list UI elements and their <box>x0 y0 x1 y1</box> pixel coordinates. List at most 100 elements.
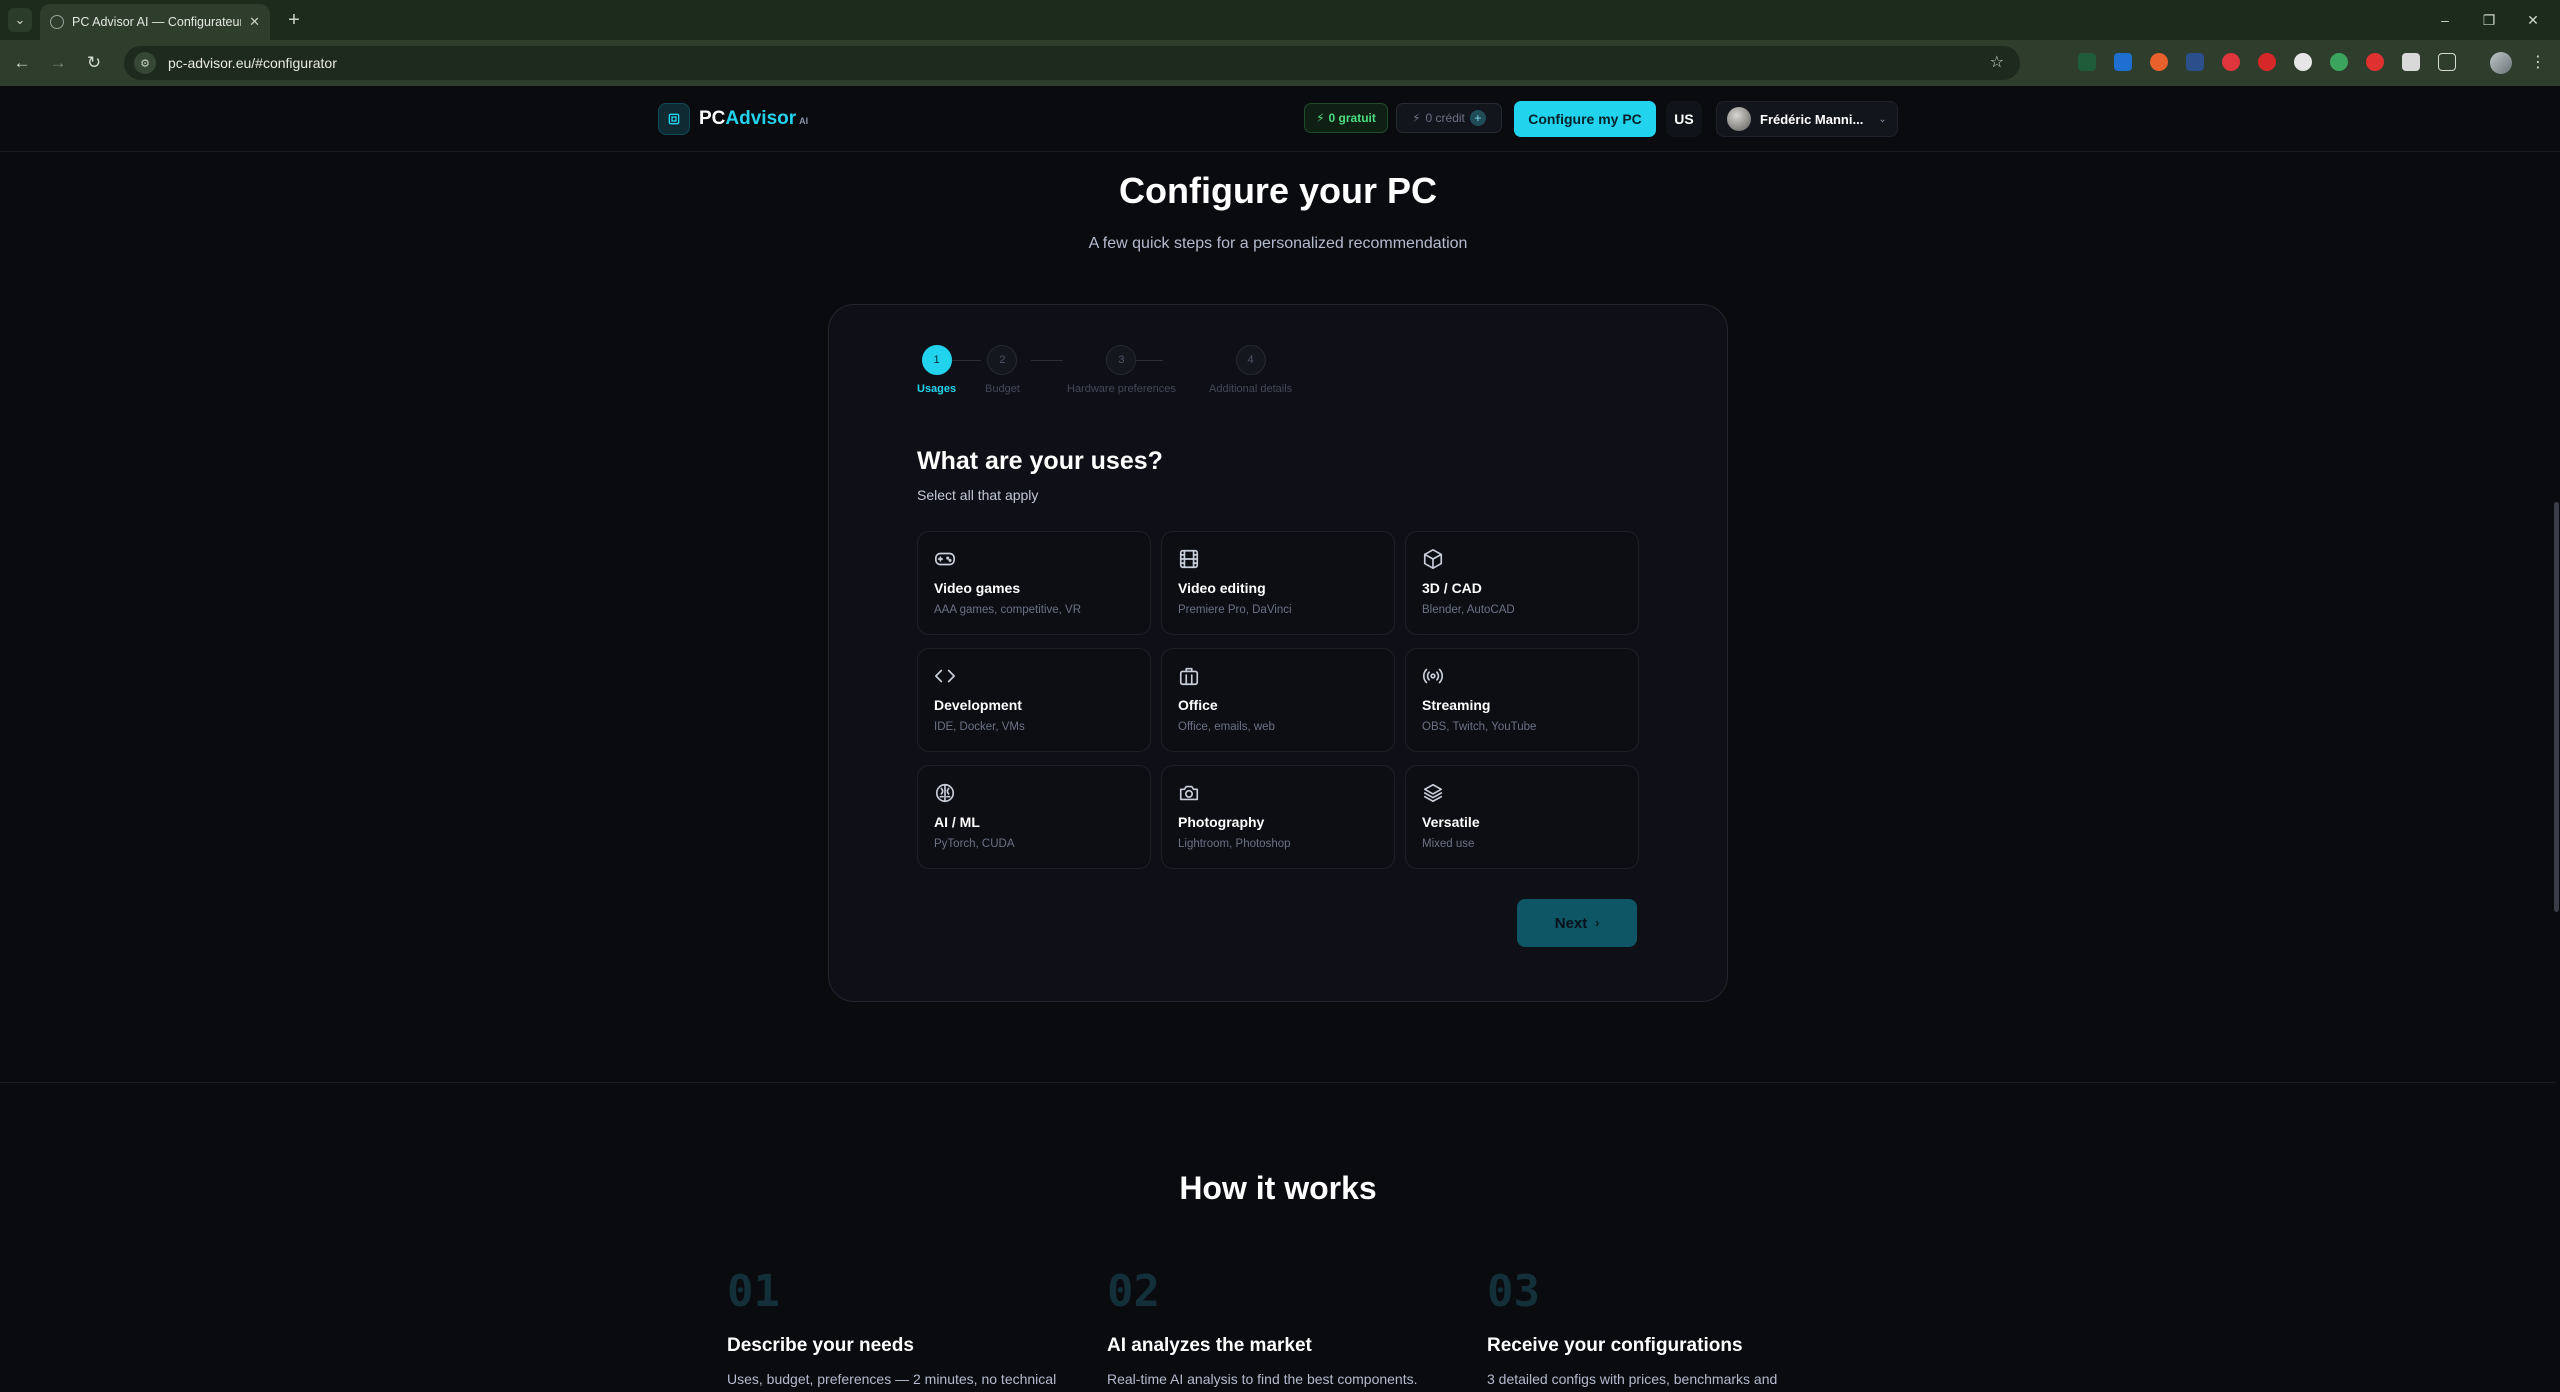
option-streaming[interactable]: Streaming OBS, Twitch, YouTube <box>1405 648 1639 752</box>
option-photography[interactable]: Photography Lightroom, Photoshop <box>1161 765 1395 869</box>
browser-menu-icon[interactable]: ⋮ <box>2528 50 2548 74</box>
option-name: Streaming <box>1422 697 1491 713</box>
profile-avatar[interactable] <box>2490 52 2512 74</box>
tab-search-button[interactable]: ⌄ <box>8 8 32 32</box>
option-desc: Blender, AutoCAD <box>1422 604 1515 616</box>
option-name: Development <box>934 697 1022 713</box>
avatar <box>1727 107 1751 131</box>
extension-icon[interactable] <box>2222 53 2240 71</box>
scrollbar-thumb[interactable] <box>2554 502 2559 912</box>
step-connector <box>1031 360 1063 361</box>
option-versatile[interactable]: Versatile Mixed use <box>1405 765 1639 869</box>
site-header: PCAdvisor AI ⚡ 0 gratuit ⚡ 0 crédit + Config… <box>0 86 2560 152</box>
how-step-1: 01 Describe your needs Uses, budget, pre… <box>727 1266 1097 1387</box>
restore-button[interactable]: ❐ <box>2474 8 2504 32</box>
briefcase-icon <box>1178 665 1200 687</box>
logo-pc: PC <box>699 108 726 129</box>
option-name: Office <box>1178 697 1218 713</box>
option-video-editing[interactable]: Video editing Premiere Pro, DaVinci <box>1161 531 1395 635</box>
option-name: Versatile <box>1422 814 1480 830</box>
how-step-text: Real-time AI analysis to find the best c… <box>1107 1371 1418 1387</box>
user-menu[interactable]: Frédéric Manni... ⌄ <box>1716 101 1898 137</box>
option-development[interactable]: Development IDE, Docker, VMs <box>917 648 1151 752</box>
browser-tab[interactable]: PC Advisor AI — Configurateur ✕ <box>40 4 270 40</box>
free-credits-label: 0 gratuit <box>1328 111 1376 125</box>
bolt-icon: ⚡ <box>1316 111 1325 125</box>
step-label: Usages <box>917 383 957 395</box>
back-button[interactable]: ← <box>10 51 34 75</box>
step-label: Budget <box>985 383 1020 395</box>
add-credit-icon[interactable]: + <box>1469 110 1486 126</box>
address-bar[interactable]: ⚙ pc-advisor.eu/#configurator ☆ <box>124 46 2020 80</box>
option-office[interactable]: Office Office, emails, web <box>1161 648 1395 752</box>
option-desc: Office, emails, web <box>1178 721 1275 733</box>
option-name: Video games <box>934 580 1021 596</box>
page-scrollbar[interactable] <box>2552 86 2560 1392</box>
stepper: 1 Usages 2 Budget 3 Hardware preferences… <box>917 345 1317 405</box>
option-desc: Mixed use <box>1422 838 1475 850</box>
user-name: Frédéric Manni... <box>1760 111 1864 127</box>
site-info-icon[interactable]: ⚙ <box>134 52 156 74</box>
option-3d-cad[interactable]: 3D / CAD Blender, AutoCAD <box>1405 531 1639 635</box>
step-number: 2 <box>987 345 1018 375</box>
step-budget[interactable]: 2 Budget <box>985 345 1020 395</box>
logo-advisor: Advisor <box>725 108 797 129</box>
step-number: 4 <box>1235 345 1266 375</box>
broadcast-icon <box>1422 665 1444 687</box>
step-additional-details[interactable]: 4 Additional details <box>1209 345 1292 395</box>
extension-icon[interactable] <box>2366 53 2384 71</box>
extension-icon[interactable] <box>2330 53 2348 71</box>
option-desc: OBS, Twitch, YouTube <box>1422 721 1537 733</box>
gamepad-icon <box>934 548 956 570</box>
language-selector[interactable]: US <box>1666 101 1702 137</box>
how-step-number: 02 <box>1107 1266 1160 1317</box>
extension-icon[interactable] <box>2150 53 2168 71</box>
option-desc: IDE, Docker, VMs <box>934 721 1025 733</box>
step-number: 1 <box>921 345 952 375</box>
logo[interactable]: PCAdvisor AI <box>699 108 808 130</box>
step-label: Hardware preferences <box>1067 383 1176 395</box>
minimize-button[interactable]: – <box>2430 8 2460 32</box>
option-name: Photography <box>1178 814 1265 830</box>
page: PCAdvisor AI ⚡ 0 gratuit ⚡ 0 crédit + Config… <box>0 86 2560 1392</box>
option-video-games[interactable]: Video games AAA games, competitive, VR <box>917 531 1151 635</box>
tab-close-icon[interactable]: ✕ <box>249 14 260 30</box>
how-step-title: AI analyzes the market <box>1107 1335 1312 1356</box>
how-step-text: Uses, budget, preferences — 2 minutes, n… <box>727 1371 1057 1387</box>
extension-icon[interactable] <box>2402 53 2420 71</box>
credits-label: 0 crédit <box>1425 111 1465 125</box>
how-step-3: 03 Receive your configurations 3 detaile… <box>1487 1266 1857 1387</box>
chevron-right-icon: › <box>1595 916 1600 930</box>
step-hardware-preferences[interactable]: 3 Hardware preferences <box>1067 345 1176 395</box>
page-subtitle: A few quick steps for a personalized rec… <box>1088 235 1468 252</box>
configurator-card: 1 Usages 2 Budget 3 Hardware preferences… <box>828 304 1728 1002</box>
extension-icon[interactable] <box>2186 53 2204 71</box>
option-ai-ml[interactable]: AI / ML PyTorch, CUDA <box>917 765 1151 869</box>
film-icon <box>1178 548 1200 570</box>
next-button[interactable]: Next › <box>1517 899 1637 947</box>
logo-chip-icon[interactable] <box>658 103 690 135</box>
next-button-label: Next <box>1554 914 1588 932</box>
extension-icon[interactable] <box>2294 53 2312 71</box>
step-usages[interactable]: 1 Usages <box>917 345 956 395</box>
extensions-puzzle-icon[interactable] <box>2438 53 2456 71</box>
configure-my-pc-button[interactable]: Configure my PC <box>1514 101 1656 137</box>
new-tab-button[interactable]: + <box>282 8 306 32</box>
credits-badge[interactable]: ⚡ 0 crédit + <box>1396 103 1502 133</box>
bookmark-star-icon[interactable]: ☆ <box>1990 52 2004 72</box>
how-step-text: 3 detailed configs with prices, benchmar… <box>1487 1371 1778 1387</box>
extension-icon[interactable] <box>2258 53 2276 71</box>
free-credits-badge: ⚡ 0 gratuit <box>1304 103 1388 133</box>
close-window-button[interactable]: ✕ <box>2518 8 2548 32</box>
tab-title: PC Advisor AI — Configurateur <box>72 15 242 29</box>
extension-icon[interactable] <box>2078 53 2096 71</box>
step-label: Additional details <box>1209 383 1293 395</box>
reload-button[interactable]: ↻ <box>82 51 106 75</box>
extension-icon[interactable] <box>2114 53 2132 71</box>
camera-icon <box>1178 782 1200 804</box>
brain-icon <box>934 782 956 804</box>
url-text: pc-advisor.eu/#configurator <box>168 55 337 71</box>
forward-button[interactable]: → <box>46 51 70 75</box>
logo-ai: AI <box>799 116 809 126</box>
how-step-title: Receive your configurations <box>1487 1335 1743 1356</box>
